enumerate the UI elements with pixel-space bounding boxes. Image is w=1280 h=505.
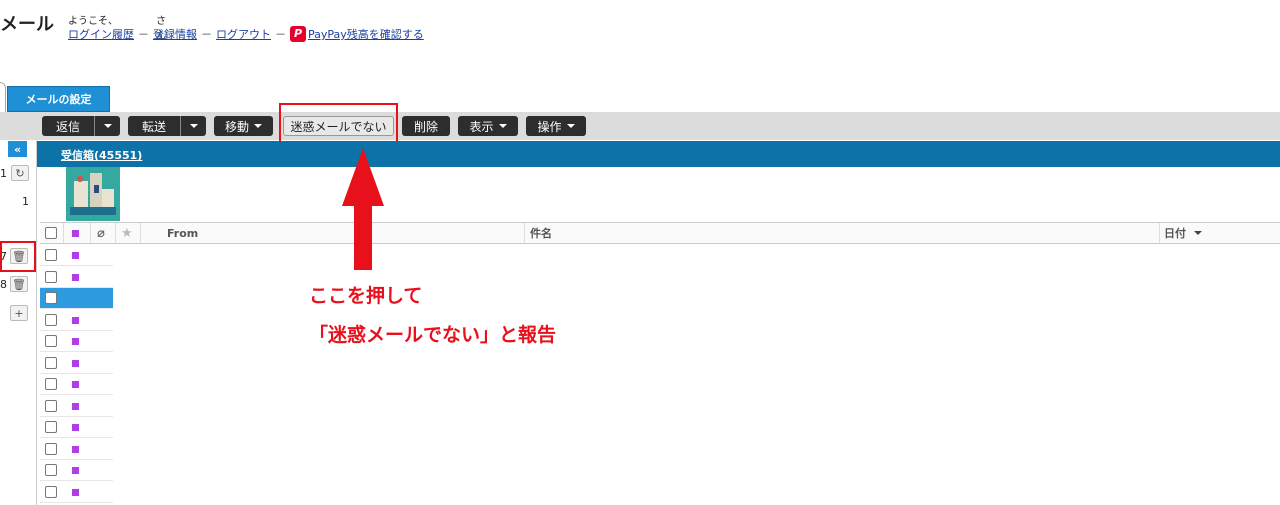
table-row[interactable] bbox=[40, 353, 113, 374]
row-checkbox[interactable] bbox=[45, 313, 57, 326]
paypay-balance-link[interactable]: PayPay残高を確認する bbox=[308, 26, 424, 42]
unread-indicator bbox=[72, 252, 79, 259]
annotation-text-2: 「迷惑メールでない」と報告 bbox=[309, 324, 557, 346]
reply-button[interactable]: 返信 bbox=[42, 116, 94, 136]
select-all-checkbox[interactable] bbox=[45, 223, 57, 243]
add-folder-button[interactable]: + bbox=[10, 305, 28, 321]
paypay-icon[interactable]: P bbox=[290, 26, 306, 42]
separator: － bbox=[275, 28, 286, 41]
table-row[interactable] bbox=[40, 267, 113, 288]
chevron-down-icon bbox=[103, 124, 112, 128]
row-checkbox[interactable] bbox=[45, 292, 57, 304]
view-button[interactable]: 表示 bbox=[458, 116, 518, 136]
actions-label: 操作 bbox=[537, 119, 562, 134]
row-checkbox[interactable] bbox=[45, 485, 57, 498]
table-row[interactable] bbox=[40, 460, 113, 481]
column-subject[interactable]: 件名 bbox=[530, 223, 552, 243]
unread-indicator bbox=[72, 467, 79, 474]
trash-highlight bbox=[0, 241, 36, 272]
separator: － bbox=[201, 28, 212, 41]
annotation-text-1: ここを押して bbox=[309, 285, 423, 307]
unread-indicator bbox=[72, 381, 79, 388]
table-row[interactable] bbox=[40, 310, 113, 331]
folder-count: 1 bbox=[0, 167, 7, 180]
table-row[interactable] bbox=[40, 482, 113, 503]
paperclip-icon: ⌀ bbox=[97, 225, 105, 241]
column-from[interactable]: From bbox=[167, 223, 198, 243]
row-checkbox[interactable] bbox=[45, 464, 57, 476]
row-checkbox[interactable] bbox=[45, 356, 57, 369]
tab-edge bbox=[0, 82, 6, 112]
table-row[interactable] bbox=[40, 439, 113, 460]
row-checkbox[interactable] bbox=[45, 249, 57, 261]
reply-dropdown[interactable] bbox=[94, 116, 120, 136]
chevron-down-icon bbox=[189, 124, 198, 128]
unread-indicator bbox=[72, 338, 79, 345]
inbox-link[interactable]: 受信箱(45551) bbox=[61, 147, 142, 163]
not-spam-highlight bbox=[279, 103, 398, 145]
unread-indicator bbox=[72, 445, 79, 453]
table-row[interactable] bbox=[40, 331, 113, 352]
table-header: ⌀ ★ From 件名 日付 bbox=[40, 222, 1280, 244]
table-row[interactable] bbox=[40, 245, 113, 266]
annotation-arrow bbox=[342, 148, 384, 270]
column-date[interactable]: 日付 bbox=[1164, 223, 1202, 243]
toolbar: 返信 転送 移動 迷惑メールでない 削除 表示 操作 bbox=[0, 112, 1280, 140]
star-icon: ★ bbox=[121, 225, 133, 241]
row-checkbox[interactable] bbox=[45, 270, 57, 283]
actions-button[interactable]: 操作 bbox=[526, 116, 586, 136]
row-checkbox[interactable] bbox=[45, 399, 57, 412]
divider bbox=[36, 140, 37, 505]
column-date-label: 日付 bbox=[1164, 227, 1186, 240]
row-checkbox[interactable] bbox=[45, 442, 57, 455]
table-row[interactable] bbox=[40, 417, 113, 438]
reply-split-button: 返信 bbox=[42, 116, 120, 136]
chevron-down-icon bbox=[498, 124, 507, 128]
view-label: 表示 bbox=[469, 119, 494, 134]
chevron-down-icon bbox=[1194, 231, 1202, 235]
unread-indicator bbox=[72, 488, 79, 496]
unread-column-icon bbox=[72, 223, 79, 243]
forward-dropdown[interactable] bbox=[180, 116, 206, 136]
account-info-link[interactable]: 登録情報 bbox=[153, 26, 197, 42]
tab-mail-settings[interactable]: メールの設定 bbox=[7, 86, 110, 112]
logout-link[interactable]: ログアウト bbox=[216, 26, 271, 42]
unread-indicator bbox=[72, 402, 79, 410]
table-row[interactable] bbox=[40, 374, 113, 395]
delete-button[interactable]: 削除 bbox=[402, 116, 450, 136]
refresh-icon[interactable]: ↻ bbox=[11, 165, 29, 181]
welcome-text: ようこそ、 さん bbox=[68, 12, 166, 42]
row-checkbox[interactable] bbox=[45, 421, 57, 433]
forward-split-button: 転送 bbox=[128, 116, 206, 136]
row-checkbox[interactable] bbox=[45, 335, 57, 347]
forward-button[interactable]: 転送 bbox=[128, 116, 180, 136]
trash-icon[interactable]: 🗑 bbox=[10, 276, 28, 292]
folder-header: 受信箱(45551) bbox=[37, 141, 1280, 167]
ad-thumbnail[interactable] bbox=[66, 167, 120, 221]
table-row[interactable] bbox=[40, 396, 113, 417]
row-checkbox[interactable] bbox=[45, 378, 57, 390]
move-label: 移動 bbox=[224, 119, 249, 134]
table-row[interactable] bbox=[40, 288, 113, 309]
move-button[interactable]: 移動 bbox=[214, 116, 273, 136]
header-links: ログイン履歴 － 登録情報 － ログアウト － P PayPay残高を確認する bbox=[68, 26, 424, 42]
app-title: メール bbox=[0, 14, 54, 35]
separator: － bbox=[138, 28, 149, 41]
folder-count: 8 bbox=[0, 278, 7, 291]
unread-indicator bbox=[72, 424, 79, 431]
unread-indicator bbox=[72, 359, 79, 367]
login-history-link[interactable]: ログイン履歴 bbox=[68, 26, 134, 42]
folder-count: 1 bbox=[22, 195, 29, 208]
chevron-down-icon bbox=[254, 124, 262, 128]
chevron-down-icon bbox=[566, 124, 575, 128]
double-chevron-left-icon[interactable]: « bbox=[8, 141, 27, 157]
unread-indicator bbox=[72, 273, 79, 281]
unread-indicator bbox=[72, 316, 79, 324]
